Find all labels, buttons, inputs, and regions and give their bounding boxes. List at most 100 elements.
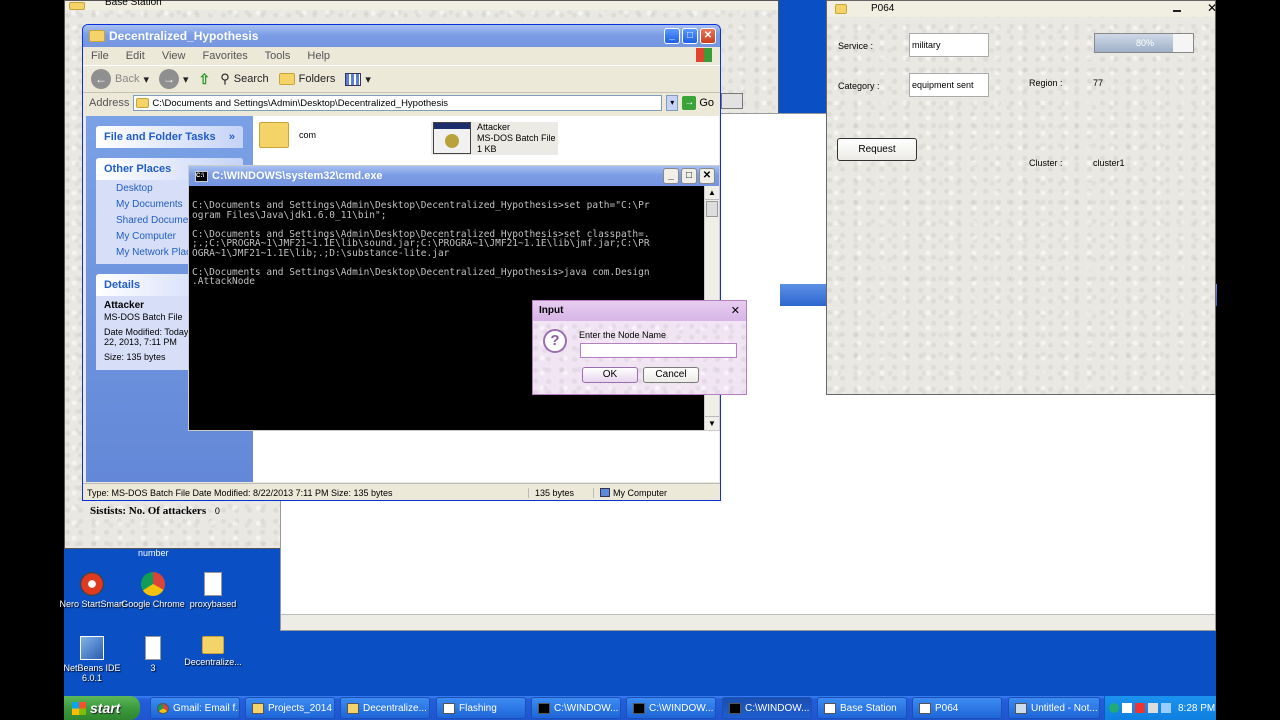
- desktop-icon-proxybased[interactable]: proxybased: [178, 572, 248, 609]
- service-field[interactable]: [909, 33, 989, 57]
- cmd-icon: [633, 702, 645, 714]
- java-window-icon: [69, 1, 85, 10]
- menu-view[interactable]: View: [162, 50, 186, 62]
- category-label: Category :: [838, 81, 880, 91]
- category-field[interactable]: [909, 73, 989, 97]
- go-button[interactable]: → Go: [682, 96, 714, 110]
- tray-volume-icon[interactable]: [1148, 703, 1158, 713]
- scroll-down-icon[interactable]: ▼: [705, 416, 719, 430]
- input-dialog-close-button[interactable]: ✕: [731, 304, 740, 317]
- cmd-icon: [538, 702, 550, 714]
- back-button[interactable]: ← Back ▾: [91, 69, 149, 89]
- details-header: Details: [104, 279, 141, 291]
- scroll-up-icon[interactable]: ▲: [705, 186, 719, 200]
- number-label: number: [138, 548, 169, 558]
- explorer-menu-bar: File Edit View Favorites Tools Help: [83, 47, 720, 65]
- taskbar-cmd-1[interactable]: C:\WINDOW...: [531, 697, 621, 719]
- taskbar-base-station[interactable]: Base Station: [817, 697, 907, 719]
- forward-button[interactable]: → ▾: [159, 69, 189, 89]
- notepad-icon: [1015, 702, 1027, 714]
- address-label: Address: [89, 97, 130, 109]
- input-dialog: Input ✕ ? Enter the Node Name OK Cancel: [532, 300, 747, 395]
- file-item-com[interactable]: com: [259, 122, 316, 148]
- up-folder-button[interactable]: ⇧: [199, 71, 211, 88]
- menu-file[interactable]: File: [91, 50, 109, 62]
- p064-minimize-button[interactable]: [1173, 10, 1181, 12]
- region-label: Region :: [1029, 78, 1063, 88]
- node-name-input[interactable]: [580, 343, 737, 358]
- back-arrow-icon: ←: [91, 69, 111, 89]
- menu-tools[interactable]: Tools: [265, 50, 291, 62]
- ok-button[interactable]: OK: [582, 367, 638, 383]
- base-station-scroll-button[interactable]: [721, 93, 743, 109]
- status-size: 135 bytes: [528, 487, 593, 498]
- p064-title: P064: [871, 3, 895, 14]
- attackers-stats-value: 0: [214, 506, 220, 516]
- tray-extra-icon[interactable]: [1161, 703, 1171, 713]
- taskbar-notepad[interactable]: Untitled - Not...: [1008, 697, 1100, 719]
- progress-bar: 80%: [1094, 33, 1194, 53]
- input-prompt: Enter the Node Name: [579, 330, 667, 340]
- search-button[interactable]: ⚲ Search: [220, 71, 268, 87]
- menu-edit[interactable]: Edit: [126, 50, 145, 62]
- taskbar-p064[interactable]: P064: [912, 697, 1002, 719]
- explorer-toolbar: ← Back ▾ → ▾ ⇧ ⚲ Search Folders ▾: [83, 65, 720, 93]
- cmd-maximize-button[interactable]: □: [681, 168, 697, 184]
- netbeans-icon: [80, 636, 104, 660]
- p064-window: P064 ✕ Service : Category : 80% Region :…: [826, 0, 1217, 395]
- right-letterbox: [1216, 0, 1280, 720]
- document-icon: [204, 572, 222, 596]
- request-button[interactable]: Request: [837, 138, 917, 161]
- cluster-value: cluster1: [1093, 158, 1125, 168]
- p064-close-button[interactable]: ✕: [1207, 1, 1217, 15]
- clock: 8:28 PM: [1178, 702, 1216, 714]
- windows-logo-icon: [696, 48, 712, 62]
- taskbar-gmail[interactable]: Gmail: Email f...: [150, 697, 240, 719]
- cancel-button[interactable]: Cancel: [643, 367, 699, 383]
- cmd-close-button[interactable]: ✕: [699, 168, 715, 184]
- file-item-attacker[interactable]: Attacker MS-DOS Batch File 1 KB: [431, 122, 558, 155]
- taskbar-cmd-3[interactable]: C:\WINDOW...: [722, 697, 812, 719]
- folders-button[interactable]: Folders: [278, 73, 335, 85]
- views-icon: [345, 72, 362, 86]
- cmd-icon: [729, 702, 741, 714]
- address-input[interactable]: C:\Documents and Settings\Admin\Desktop\…: [133, 95, 663, 111]
- folder-icon: [347, 702, 359, 714]
- app-icon: [443, 702, 455, 714]
- collapse-chevron-icon: »: [228, 131, 235, 143]
- explorer-maximize-button[interactable]: □: [682, 28, 698, 44]
- region-value: 77: [1093, 78, 1104, 88]
- question-icon: ?: [543, 329, 567, 353]
- cmd-icon: C:\: [195, 170, 208, 182]
- taskbar-cmd-2[interactable]: C:\WINDOW...: [626, 697, 716, 719]
- taskbar-projects[interactable]: Projects_2014: [245, 697, 335, 719]
- folders-icon: [278, 73, 295, 85]
- taskbar-decentralized[interactable]: Decentralize...: [340, 697, 430, 719]
- menu-help[interactable]: Help: [307, 50, 330, 62]
- cmd-minimize-button[interactable]: _: [663, 168, 679, 184]
- base-station-title: Base Station: [105, 0, 162, 8]
- start-button[interactable]: start: [64, 696, 140, 720]
- text-file-icon: [145, 636, 161, 660]
- views-button[interactable]: ▾: [345, 72, 371, 86]
- tray-network-icon[interactable]: [1109, 703, 1119, 713]
- scroll-thumb[interactable]: [706, 201, 718, 217]
- address-dropdown-icon[interactable]: ▾: [666, 95, 679, 111]
- tray-security-icon[interactable]: [1135, 703, 1145, 713]
- my-computer-icon: [600, 488, 610, 497]
- desktop-icon-netbeans[interactable]: NetBeans IDE 6.0.1: [57, 636, 127, 683]
- explorer-title-bar: Decentralized_Hypothesis _ □ ✕: [83, 25, 720, 47]
- taskbar-flashing[interactable]: Flashing: [436, 697, 526, 719]
- batch-file-icon: [433, 122, 471, 154]
- desktop-icon-nero[interactable]: Nero StartSmart: [57, 572, 127, 609]
- other-places-header: Other Places: [104, 163, 172, 175]
- forward-arrow-icon: →: [159, 69, 179, 89]
- tray-app-icon[interactable]: [1122, 703, 1132, 713]
- folder-icon: [202, 636, 224, 654]
- explorer-close-button[interactable]: ✕: [700, 28, 716, 44]
- nero-icon: [80, 572, 104, 596]
- explorer-minimize-button[interactable]: _: [664, 28, 680, 44]
- menu-favorites[interactable]: Favorites: [203, 50, 248, 62]
- desktop-icon-decentralized[interactable]: Decentralize...: [178, 636, 248, 667]
- address-bar: Address C:\Documents and Settings\Admin\…: [83, 93, 720, 113]
